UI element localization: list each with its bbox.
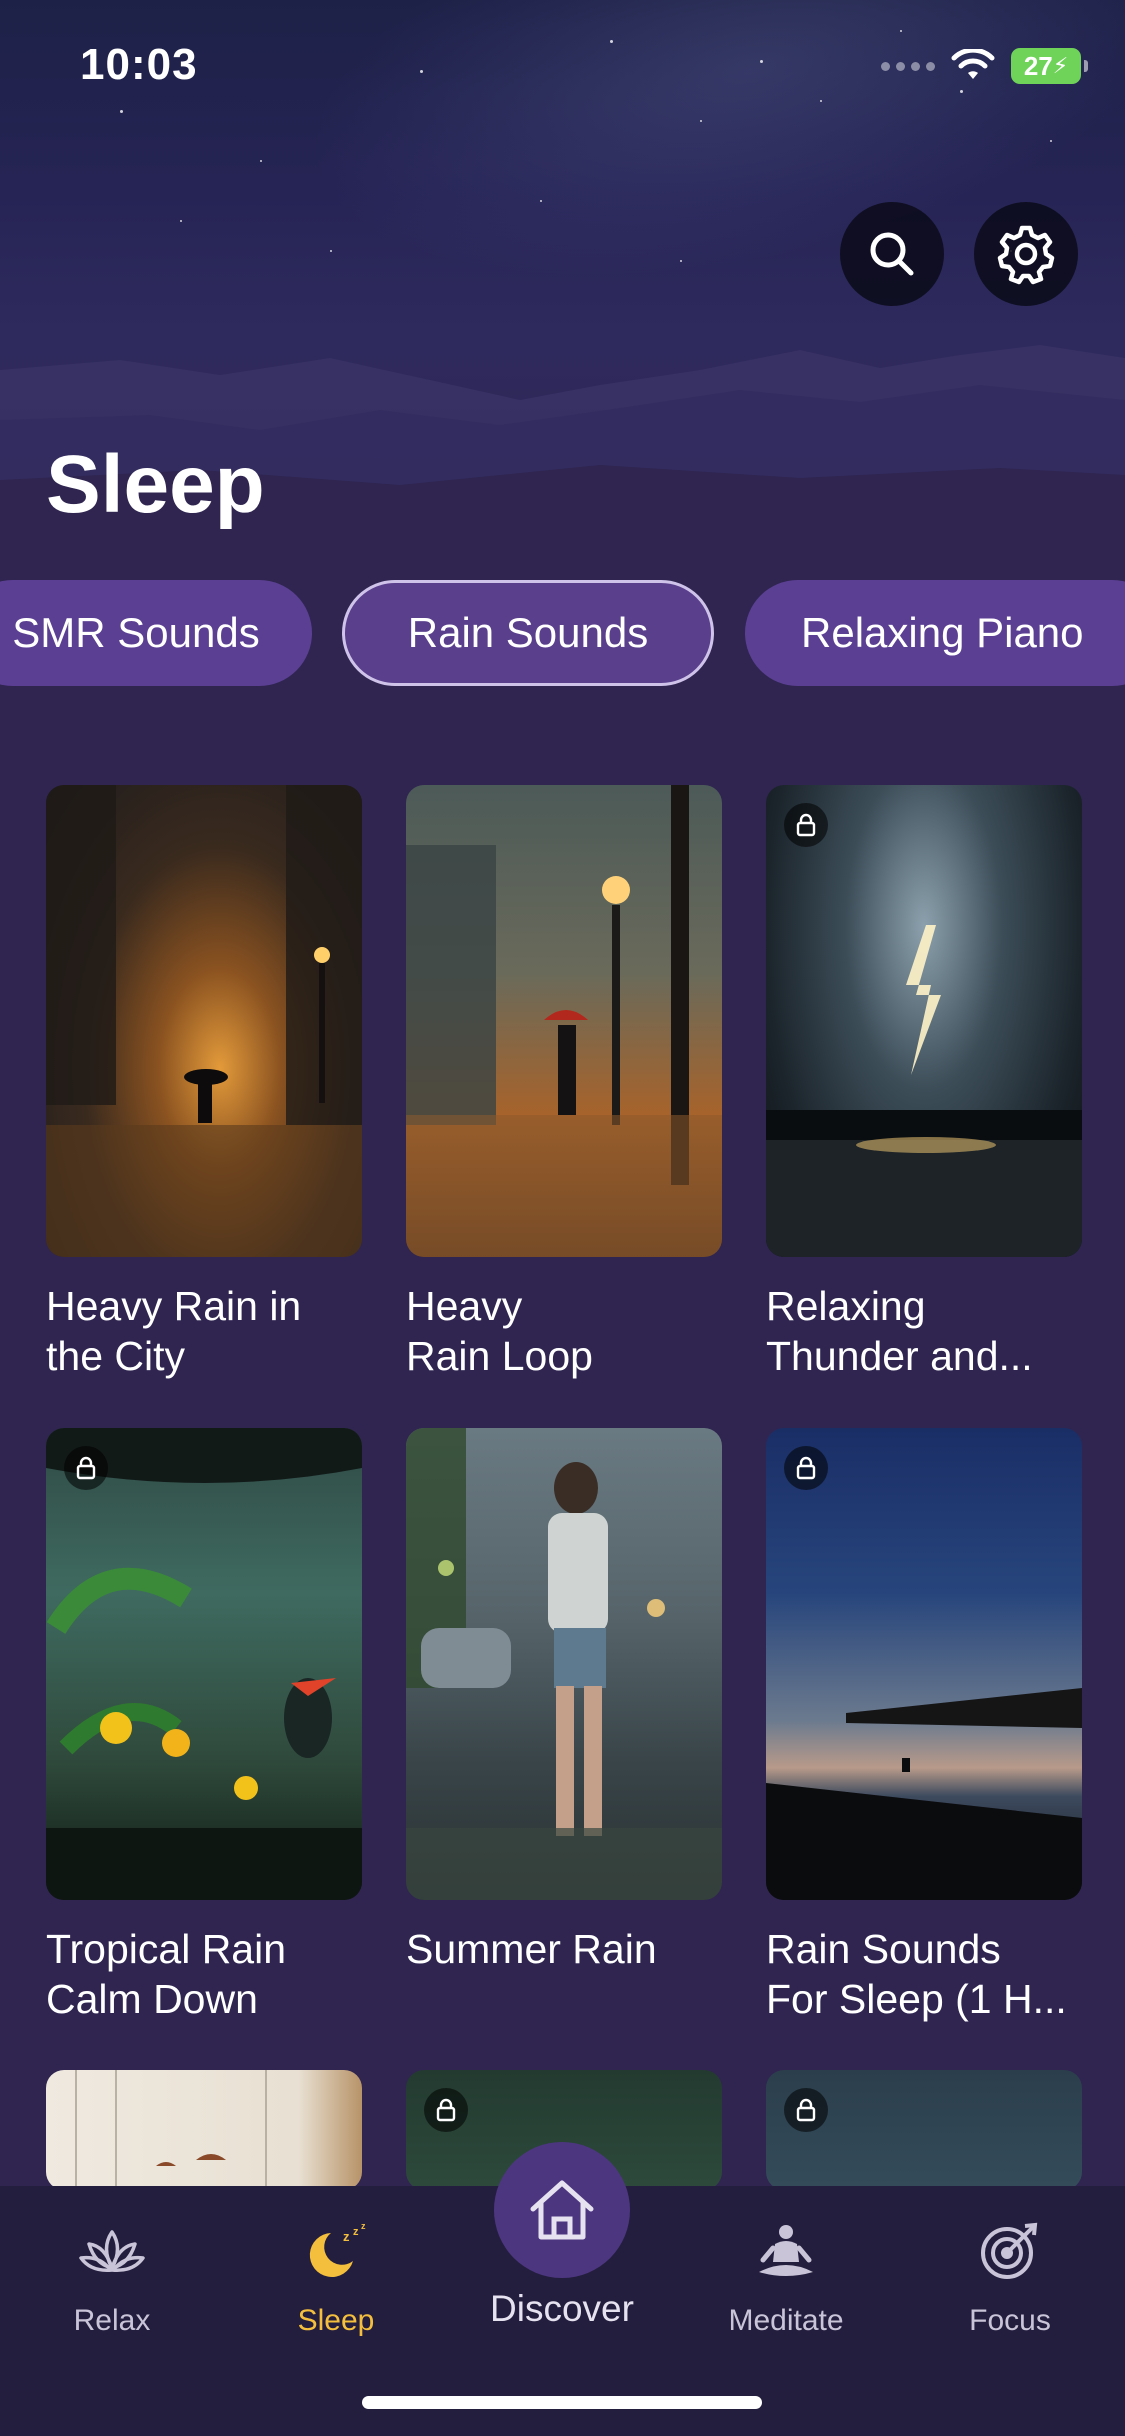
lock-icon [784, 1446, 828, 1490]
nav-label: Sleep [297, 2304, 375, 2337]
track-card[interactable]: Relaxing Thunder and... [766, 785, 1082, 1381]
track-thumbnail [766, 785, 1082, 1257]
track-thumbnail [406, 785, 722, 1257]
track-thumbnail [46, 1428, 362, 1900]
meditate-icon [759, 2225, 813, 2276]
battery-level: 27 [1023, 50, 1053, 81]
chip-label: SMR Sounds [12, 609, 260, 656]
lotus-icon [79, 2230, 145, 2272]
track-card[interactable] [766, 2070, 1082, 2190]
nav-discover[interactable] [494, 2142, 630, 2278]
wifi-icon [951, 49, 995, 79]
chip-label: Rain Sounds [407, 609, 649, 656]
track-title: Heavy Rain in the City [46, 1283, 302, 1379]
category-chips: SMR Sounds Rain Sounds Relaxing Piano [0, 580, 1125, 688]
nav-label: Relax [73, 2304, 151, 2337]
target-icon [981, 2222, 1038, 2279]
svg-text:z: z [343, 2229, 350, 2244]
svg-text:z: z [353, 2226, 359, 2238]
chip-asmr-sounds[interactable]: SMR Sounds [0, 580, 312, 686]
home-icon [530, 2180, 594, 2240]
home-indicator [362, 2396, 762, 2409]
track-thumbnail [766, 2070, 1082, 2190]
track-card[interactable]: Tropical Rain Calm Down [46, 1428, 362, 2024]
chip-label: Relaxing Piano [801, 609, 1084, 656]
nav-label: Meditate [728, 2304, 844, 2337]
lock-icon [784, 803, 828, 847]
track-title: Tropical Rain Calm Down [46, 1926, 287, 2022]
nav-sleep[interactable]: z z z Sleep [256, 2216, 416, 2338]
search-button[interactable] [840, 202, 944, 306]
track-thumbnail [406, 1428, 722, 1900]
track-thumbnail [46, 785, 362, 1257]
nav-label: Focus [969, 2304, 1051, 2337]
track-title: Heavy Rain Loop [406, 1283, 593, 1379]
nav-meditate[interactable]: Meditate [706, 2216, 866, 2338]
track-card[interactable] [46, 2070, 362, 2190]
lock-icon [424, 2088, 468, 2132]
svg-text:z: z [361, 2221, 366, 2231]
nav-relax[interactable]: Relax [32, 2216, 192, 2338]
chip-relaxing-piano[interactable]: Relaxing Piano [745, 580, 1125, 686]
lock-icon [784, 2088, 828, 2132]
nav-focus[interactable]: Focus [930, 2216, 1090, 2338]
battery-icon: 27 ⚡ [1011, 48, 1088, 84]
status-time: 10:03 [80, 40, 198, 89]
track-card[interactable]: Heavy Rain in the City [46, 785, 362, 1381]
page-title: Sleep [46, 439, 265, 530]
track-card[interactable]: Heavy Rain Loop [406, 785, 722, 1381]
settings-button[interactable] [974, 202, 1078, 306]
track-title: Rain Sounds For Sleep (1 H... [766, 1926, 1067, 2022]
lock-icon [64, 1446, 108, 1490]
track-title: Summer Rain [406, 1926, 657, 1972]
track-thumbnail [766, 1428, 1082, 1900]
nav-label: Discover [490, 2288, 634, 2329]
gear-icon [997, 225, 1055, 285]
moon-icon: z z z [309, 2221, 366, 2277]
chip-rain-sounds[interactable]: Rain Sounds [342, 580, 714, 686]
track-title: Relaxing Thunder and... [766, 1283, 1033, 1379]
cellular-signal-icon [881, 61, 935, 71]
track-card[interactable]: Summer Rain [406, 1428, 722, 1974]
track-card[interactable]: Rain Sounds For Sleep (1 H... [766, 1428, 1082, 2024]
search-icon [870, 232, 914, 276]
track-thumbnail [46, 2070, 362, 2190]
status-icons: 27 ⚡ [881, 48, 1088, 84]
